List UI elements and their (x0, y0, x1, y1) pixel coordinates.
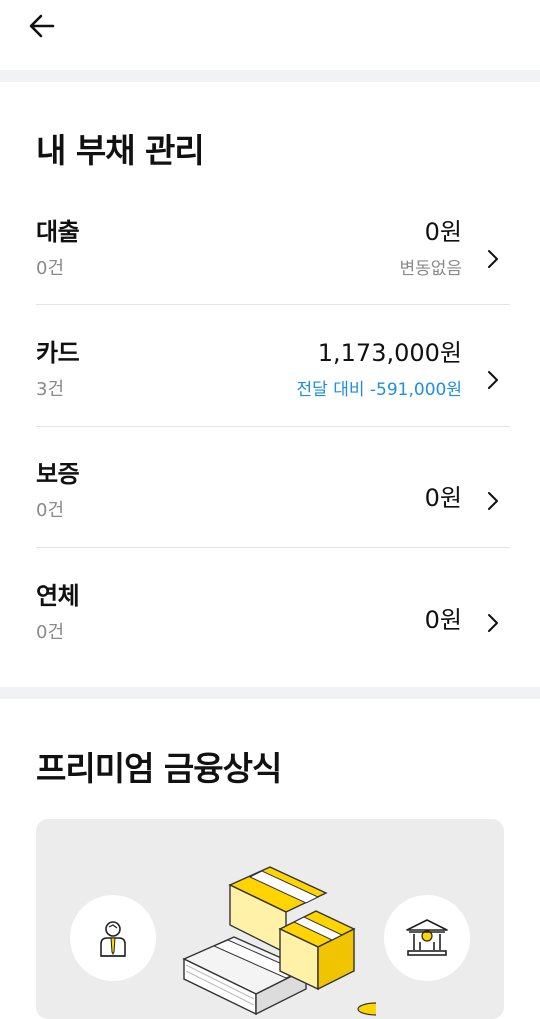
debt-row-overdue[interactable]: 연체 0건 0원 (36, 562, 510, 683)
row-amount: 0원 (424, 218, 462, 246)
debt-section-title: 내 부채 관리 (36, 131, 205, 170)
row-count: 0건 (36, 500, 65, 521)
chevron-right-icon (486, 440, 500, 561)
row-amount: 0원 (424, 606, 462, 634)
chevron-right-icon (486, 562, 500, 683)
row-label: 보증 (36, 460, 80, 488)
premium-banner-card[interactable] (36, 819, 504, 1019)
top-bar (0, 0, 540, 70)
row-count: 0건 (36, 258, 65, 279)
premium-section-title: 프리미엄 금융상식 (36, 749, 282, 788)
debt-row-card[interactable]: 카드 3건 1,173,000원 전달 대비 -591,000원 (36, 319, 510, 440)
row-label: 카드 (36, 339, 80, 367)
row-amount: 1,173,000원 (317, 339, 462, 367)
section-separator (0, 70, 540, 82)
arrow-left-icon (29, 14, 55, 38)
row-divider (36, 547, 510, 548)
back-button[interactable] (26, 10, 58, 42)
row-label: 연체 (36, 582, 80, 610)
row-change: 전달 대비 -591,000원 (296, 380, 462, 400)
row-divider (36, 426, 510, 427)
row-divider (36, 304, 510, 305)
chevron-right-icon (486, 198, 500, 319)
debt-row-guarantee[interactable]: 보증 0건 0원 (36, 440, 510, 561)
row-change: 변동없음 (399, 259, 462, 279)
chevron-right-icon (486, 319, 500, 440)
row-count: 3건 (36, 379, 65, 400)
row-count: 0건 (36, 622, 65, 643)
debt-row-loan[interactable]: 대출 0건 0원 변동없음 (36, 198, 510, 319)
person-icon (70, 895, 156, 981)
bank-icon (384, 895, 470, 981)
section-separator (0, 687, 540, 699)
row-label: 대출 (36, 218, 80, 246)
row-amount: 0원 (424, 484, 462, 512)
